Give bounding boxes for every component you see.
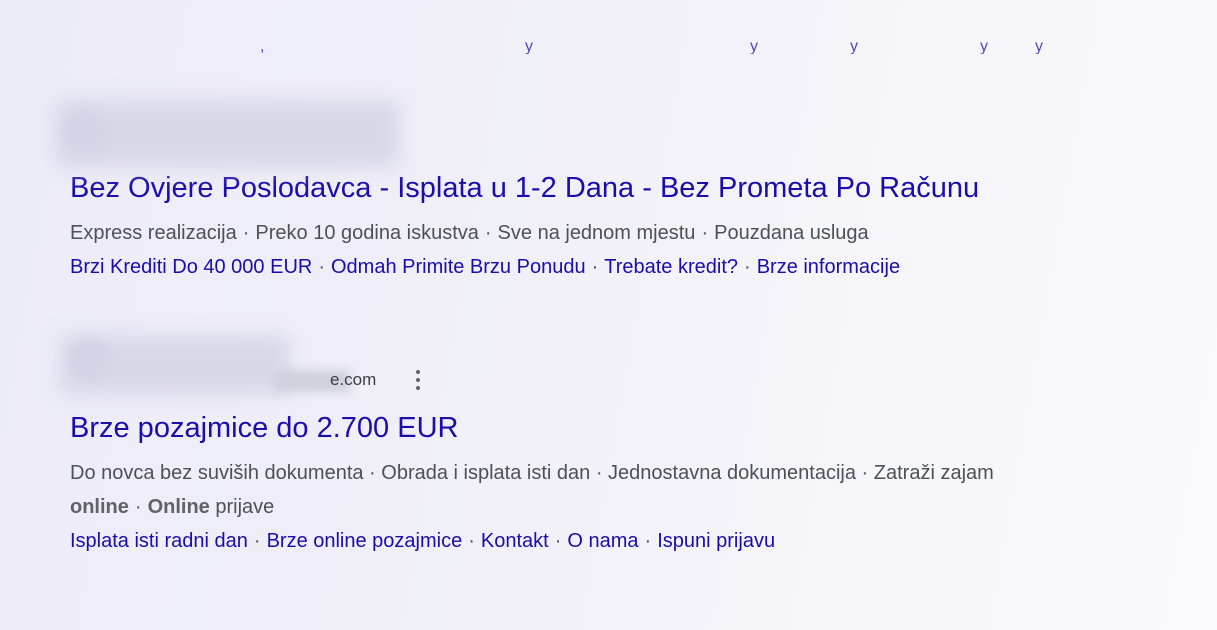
sitelink-trebate-kredit[interactable]: Trebate kredit? — [604, 256, 738, 278]
sitelink-o-nama[interactable]: O nama — [567, 530, 638, 552]
sitelink-kontakt[interactable]: Kontakt — [481, 530, 549, 552]
ad-result-2: e.com Brze pozajmice do 2.700 EUR Do nov… — [60, 330, 1170, 558]
sitelinks: Brzi Krediti Do 40 000 EUR · Odmah Primite… — [70, 256, 901, 278]
sitelink-brze-online[interactable]: Brze online pozajmice — [267, 530, 463, 552]
sitelink-brze-informacije[interactable]: Brze informacije — [757, 256, 900, 278]
site-url: e.com — [330, 370, 377, 389]
ad-result-1: Bez Ovjere Poslodavca - Isplata u 1-2 Da… — [55, 90, 1170, 284]
sitelinks: Isplata isti radni dan · Brze online pozaj… — [70, 530, 776, 552]
redacted-site-header: e.com — [60, 330, 1170, 410]
site-name-redacted — [60, 335, 290, 395]
result-description: Do novca bez suviših dokumenta · Obrada … — [70, 462, 994, 518]
redacted-site-header — [55, 90, 1170, 170]
sitelink-ispuni-prijavu[interactable]: Ispuni prijavu — [657, 530, 775, 552]
sitelink-odmah-primite[interactable]: Odmah Primite Brzu Ponudu — [331, 256, 586, 278]
more-options-icon[interactable] — [415, 370, 421, 390]
result-description: Express realizacija · Preko 10 godina isku… — [70, 222, 869, 244]
previous-result-cutoff: , y y y y y — [260, 38, 1043, 54]
sitelink-isplata[interactable]: Isplata isti radni dan — [70, 530, 248, 552]
result-title-link[interactable]: Brze pozajmice do 2.700 EUR — [70, 410, 1170, 446]
site-name-redacted — [55, 100, 400, 168]
sitelink-brzi-krediti[interactable]: Brzi Krediti Do 40 000 EUR — [70, 256, 312, 278]
result-title-link[interactable]: Bez Ovjere Poslodavca - Isplata u 1-2 Da… — [70, 170, 1170, 206]
